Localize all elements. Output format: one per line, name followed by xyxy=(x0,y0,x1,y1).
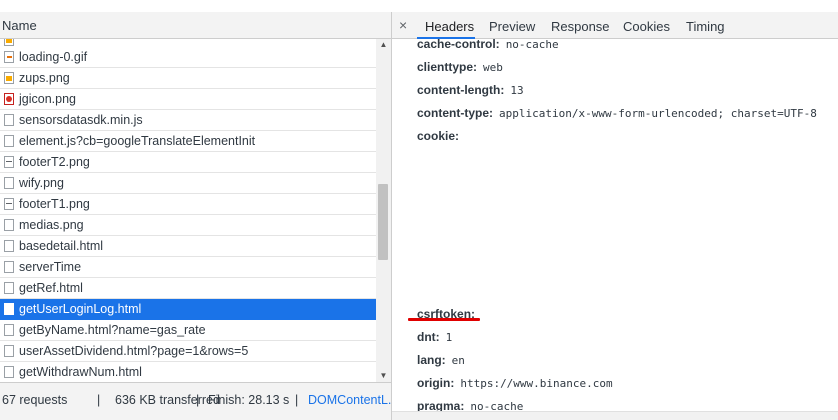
scroll-down-arrow-icon[interactable]: ▼ xyxy=(376,370,391,382)
name-column-label: Name xyxy=(2,18,37,33)
document-file-icon xyxy=(4,261,14,273)
network-status-bar: 67 requests | 636 KB transferred | Finis… xyxy=(0,382,398,420)
request-detail-panel: × Headers Preview Response Cookies Timin… xyxy=(392,0,838,420)
header-value: en xyxy=(451,354,465,367)
document-file-icon xyxy=(4,303,14,315)
request-row-selected[interactable]: getUserLoginLog.html xyxy=(0,299,376,320)
tab-cookies[interactable]: Cookies xyxy=(623,19,670,34)
request-row[interactable]: getWithdrawNum.html xyxy=(0,362,376,382)
request-row[interactable]: userAssetDividend.html?page=1&rows=5 xyxy=(0,341,376,362)
domcontentloaded-time[interactable]: DOMContentL... xyxy=(308,393,398,407)
request-name: footerT1.png xyxy=(19,197,90,211)
header-value: https://www.binance.com xyxy=(460,377,613,390)
network-request-panel: Name loading-0.gif zups.png jgicon.png s… xyxy=(0,0,398,420)
status-separator: | xyxy=(97,393,101,407)
tab-response[interactable]: Response xyxy=(551,19,610,34)
document-file-icon xyxy=(4,240,14,252)
request-row[interactable]: footerT2.png xyxy=(0,152,376,173)
request-row[interactable]: footerT1.png xyxy=(0,194,376,215)
request-row[interactable]: getRef.html xyxy=(0,278,376,299)
request-count: 67 requests xyxy=(2,393,68,407)
finish-time: Finish: 28.13 s xyxy=(208,393,290,407)
request-header-row: cookie: xyxy=(417,129,465,143)
script-file-icon xyxy=(4,135,14,147)
request-row[interactable]: serverTime xyxy=(0,257,376,278)
header-name: cache-control: xyxy=(417,37,500,51)
header-name: cookie: xyxy=(417,129,460,143)
request-row[interactable]: sensorsdatasdk.min.js xyxy=(0,110,376,131)
header-name: lang: xyxy=(417,353,446,367)
document-file-icon xyxy=(4,345,14,357)
request-name: getWithdrawNum.html xyxy=(19,365,142,379)
header-value: web xyxy=(483,61,503,74)
request-name: jgicon.png xyxy=(19,92,76,106)
png-file-icon xyxy=(4,72,14,84)
request-header-row: origin: https://www.binance.com xyxy=(417,376,613,390)
request-row[interactable]: element.js?cb=googleTranslateElementInit xyxy=(0,131,376,152)
request-name: userAssetDividend.html?page=1&rows=5 xyxy=(19,344,249,358)
header-value: application/x-www-form-urlencoded; chars… xyxy=(499,107,817,120)
tab-timing[interactable]: Timing xyxy=(686,19,725,34)
request-name: loading-0.gif xyxy=(19,50,88,64)
gif-file-icon xyxy=(4,51,14,63)
request-name: getByName.html?name=gas_rate xyxy=(19,323,206,337)
blank-file-icon xyxy=(4,177,14,189)
detail-horizontal-scrollbar[interactable] xyxy=(392,411,838,420)
name-column-header[interactable]: Name xyxy=(0,12,391,39)
red-image-icon xyxy=(4,93,14,105)
request-name: sensorsdatasdk.min.js xyxy=(19,113,143,127)
request-row[interactable]: wify.png xyxy=(0,173,376,194)
document-file-icon xyxy=(4,282,14,294)
dash-image-icon xyxy=(4,156,14,168)
tab-headers[interactable]: Headers xyxy=(425,19,474,34)
request-row[interactable]: getByName.html?name=gas_rate xyxy=(0,320,376,341)
document-file-icon xyxy=(4,324,14,336)
request-header-row: content-length: 13 xyxy=(417,83,524,97)
header-value: no-cache xyxy=(505,38,559,51)
header-name: origin: xyxy=(417,376,455,390)
header-name: clienttype: xyxy=(417,60,478,74)
document-file-icon xyxy=(4,366,14,378)
request-list: loading-0.gif zups.png jgicon.png sensor… xyxy=(0,39,376,382)
request-row[interactable]: medias.png xyxy=(0,215,376,236)
request-name: getUserLoginLog.html xyxy=(19,302,142,316)
request-name: getRef.html xyxy=(19,281,83,295)
request-row[interactable]: jgicon.png xyxy=(0,89,376,110)
close-icon[interactable]: × xyxy=(399,17,407,33)
header-value: 1 xyxy=(445,331,453,344)
request-header-row: lang: en xyxy=(417,353,465,367)
detail-tab-bar: × Headers Preview Response Cookies Timin… xyxy=(392,12,838,39)
header-name: content-length: xyxy=(417,83,505,97)
csrftoken-highlight-underline xyxy=(408,318,480,321)
request-name: serverTime xyxy=(19,260,82,274)
png-file-icon xyxy=(4,39,14,46)
request-name: element.js?cb=googleTranslateElementInit xyxy=(19,134,256,148)
request-row[interactable]: loading-0.gif xyxy=(0,47,376,68)
request-header-row: clienttype: web xyxy=(417,60,503,74)
request-name: basedetail.html xyxy=(19,239,104,253)
request-name: zups.png xyxy=(19,71,70,85)
tab-preview[interactable]: Preview xyxy=(489,19,535,34)
scrollbar-thumb[interactable] xyxy=(378,184,388,260)
request-name: wify.png xyxy=(19,176,64,190)
request-name: footerT2.png xyxy=(19,155,90,169)
blank-file-icon xyxy=(4,219,14,231)
dash-image-icon xyxy=(4,198,14,210)
transferred-size: 636 KB transferred xyxy=(115,393,220,407)
request-row[interactable]: basedetail.html xyxy=(0,236,376,257)
request-header-row: content-type: application/x-www-form-urle… xyxy=(417,106,817,120)
request-row[interactable]: zups.png xyxy=(0,68,376,89)
request-header-row: cache-control: no-cache xyxy=(417,37,559,51)
header-name: dnt: xyxy=(417,330,440,344)
header-name: content-type: xyxy=(417,106,493,120)
request-name: medias.png xyxy=(19,218,84,232)
scroll-up-arrow-icon[interactable]: ▲ xyxy=(376,39,391,51)
request-list-scrollbar[interactable]: ▲ ▼ xyxy=(376,39,391,382)
header-value: 13 xyxy=(510,84,524,97)
script-file-icon xyxy=(4,114,14,126)
status-separator: | xyxy=(196,393,200,407)
request-header-row: dnt: 1 xyxy=(417,330,452,344)
status-separator: | xyxy=(295,393,299,407)
